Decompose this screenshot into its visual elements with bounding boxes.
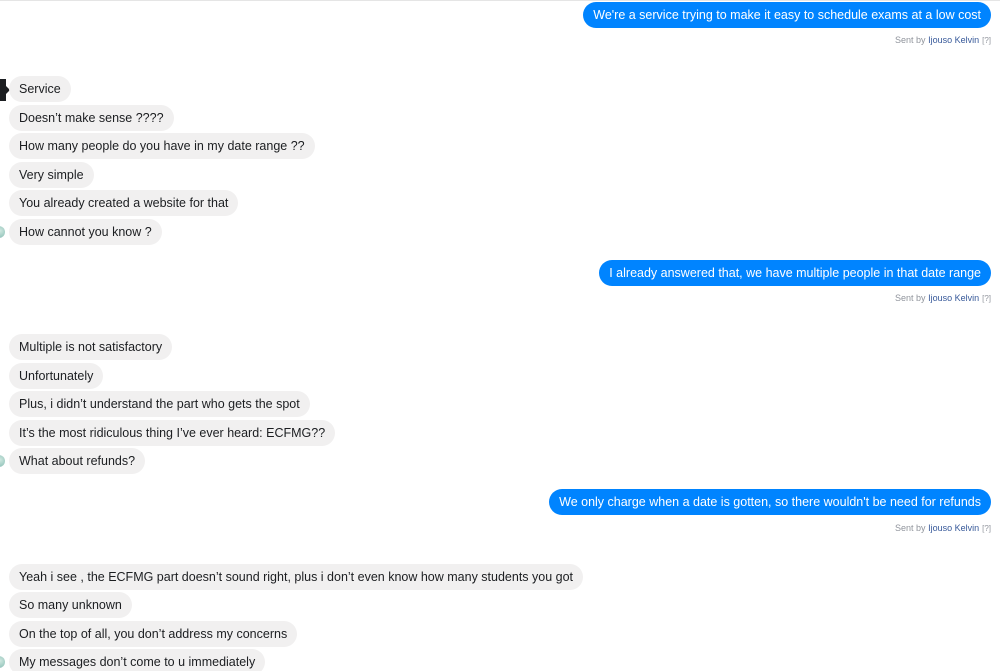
help-link[interactable]: [?]	[982, 36, 991, 45]
sent-by-label: Sent by Ijouso Kelvin [?]	[895, 293, 991, 303]
contact-avatar[interactable]	[0, 455, 5, 467]
incoming-message[interactable]: So many unknown	[9, 592, 132, 618]
incoming-message[interactable]: My messages don’t come to u immediately	[9, 649, 266, 671]
sender-name-link[interactable]: Ijouso Kelvin	[928, 35, 979, 45]
sender-name-link[interactable]: Ijouso Kelvin	[928, 523, 979, 533]
sender-name-link[interactable]: Ijouso Kelvin	[928, 293, 979, 303]
outgoing-message[interactable]: We're a service trying to make it easy t…	[583, 2, 991, 28]
sent-by-label: Sent by Ijouso Kelvin [?]	[895, 523, 991, 533]
incoming-message[interactable]: Service	[9, 76, 71, 102]
incoming-message[interactable]: What about refunds?	[9, 448, 146, 474]
help-link[interactable]: [?]	[982, 524, 991, 533]
outgoing-message[interactable]: I already answered that, we have multipl…	[599, 260, 991, 286]
sent-by-prefix: Sent by	[895, 35, 929, 45]
incoming-message[interactable]: It’s the most ridiculous thing I’ve ever…	[9, 420, 336, 446]
incoming-message[interactable]: Very simple	[9, 162, 94, 188]
sent-by-prefix: Sent by	[895, 523, 929, 533]
sent-by-prefix: Sent by	[895, 293, 929, 303]
incoming-message[interactable]: Plus, i didn’t understand the part who g…	[9, 391, 310, 417]
incoming-message[interactable]: On the top of all, you don’t address my …	[9, 621, 298, 647]
incoming-message[interactable]: Yeah i see , the ECFMG part doesn’t soun…	[9, 564, 584, 590]
help-link[interactable]: [?]	[982, 294, 991, 303]
incoming-message[interactable]: How cannot you know ?	[9, 219, 162, 245]
incoming-message[interactable]: Unfortunately	[9, 363, 104, 389]
contact-avatar[interactable]	[0, 656, 5, 668]
incoming-message[interactable]: How many people do you have in my date r…	[9, 133, 315, 159]
incoming-message[interactable]: Doesn’t make sense ????	[9, 105, 174, 131]
incoming-message[interactable]: Multiple is not satisfactory	[9, 334, 173, 360]
sent-by-label: Sent by Ijouso Kelvin [?]	[895, 35, 991, 45]
contact-avatar[interactable]	[0, 226, 5, 238]
conversation-thread: We're a service trying to make it easy t…	[0, 0, 1000, 671]
focus-marker	[0, 79, 10, 101]
top-divider	[0, 0, 1000, 1]
outgoing-message[interactable]: We only charge when a date is gotten, so…	[549, 489, 991, 515]
incoming-message[interactable]: You already created a website for that	[9, 190, 239, 216]
